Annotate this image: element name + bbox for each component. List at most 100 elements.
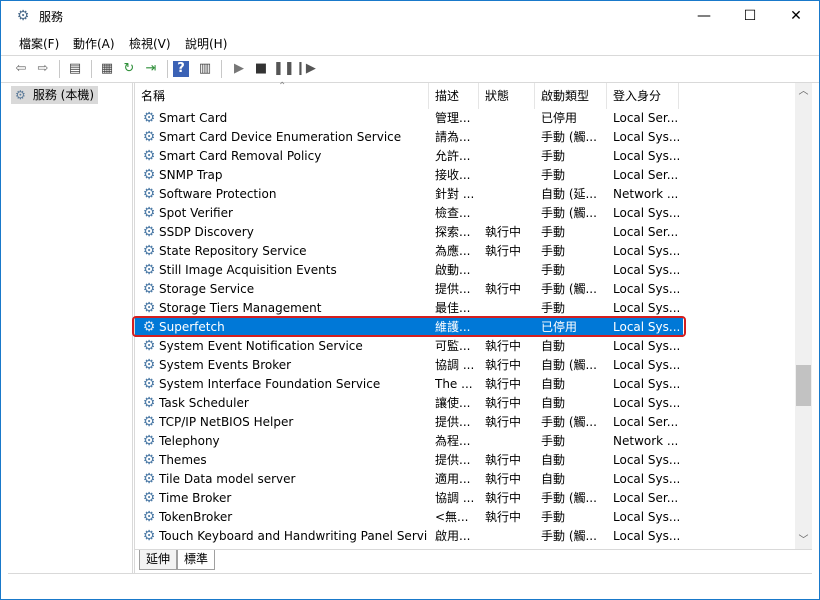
service-description: The ... <box>435 377 473 391</box>
service-row[interactable]: ⚙ State Repository Service 為應... 執行中 手動 Local… <box>135 242 683 261</box>
service-gear-icon: ⚙ <box>142 509 156 525</box>
tree-item-services-local[interactable]: ⚙ 服務 (本機) <box>11 86 99 104</box>
service-row[interactable]: ⚙ SNMP Trap 接收... 手動 Local Ser... <box>135 166 683 185</box>
column-logon[interactable]: 登入身分 <box>607 83 679 109</box>
column-header: 名稱 ⌃ 描述 狀態 啟動類型 登入身分 <box>135 81 795 109</box>
service-status: 執行中 <box>485 377 522 391</box>
service-row[interactable]: ⚙ Software Protection 針對 ... 自動 (延... Networ… <box>135 185 683 204</box>
service-gear-icon: ⚙ <box>142 281 156 297</box>
service-row[interactable]: ⚙ Touch Keyboard and Handwriting Panel Se… <box>135 527 683 546</box>
menu-view[interactable]: 檢視(V) <box>129 35 171 52</box>
help-icon[interactable]: ? <box>173 61 189 77</box>
service-gear-icon: ⚙ <box>142 490 156 506</box>
back-icon[interactable]: ⇦ <box>11 59 31 79</box>
service-row[interactable]: ⚙ System Interface Foundation Service The … <box>135 375 683 394</box>
service-status: 執行中 <box>485 415 522 429</box>
service-gear-icon: ⚙ <box>142 243 156 259</box>
service-row[interactable]: ⚙ System Event Notification Service 可監... 執… <box>135 337 683 356</box>
scroll-down-icon[interactable]: ﹀ <box>795 532 812 549</box>
service-gear-icon: ⚙ <box>142 224 156 240</box>
service-row[interactable]: ⚙ Smart Card Removal Policy 允許... 手動 Local S… <box>135 147 683 166</box>
service-logon: Local Sys... <box>613 263 679 277</box>
restart-icon[interactable]: ❙▶ <box>295 59 316 79</box>
menu-file[interactable]: 檔案(F) <box>19 35 59 52</box>
service-row[interactable]: ⚙ Time Broker 協調 ... 執行中 手動 (觸... Local Ser..… <box>135 489 683 508</box>
scroll-up-icon[interactable]: ︿ <box>795 83 812 100</box>
service-startup-type: 手動 (觸... <box>541 415 597 429</box>
service-gear-icon: ⚙ <box>142 167 156 183</box>
tab-standard[interactable]: 標準 <box>177 550 216 570</box>
selection-highlight-frame <box>132 316 686 337</box>
properties-icon[interactable]: ▦ <box>97 59 117 79</box>
service-description: 為程... <box>435 434 471 448</box>
service-status: 執行中 <box>485 491 522 505</box>
service-row[interactable]: ⚙ Smart Card 管理... 已停用 Local Ser... <box>135 109 683 128</box>
refresh-icon[interactable]: ↻ <box>119 59 139 79</box>
vertical-scrollbar[interactable]: ︿ ﹀ <box>795 83 812 549</box>
service-description: 提供... <box>435 453 471 467</box>
scrollbar-thumb[interactable] <box>796 365 811 406</box>
menu-action[interactable]: 動作(A) <box>73 35 115 52</box>
service-description: 啟動... <box>435 263 471 277</box>
service-name: TokenBroker <box>159 510 233 524</box>
service-row[interactable]: ⚙ Telephony 為程... 手動 Network ... <box>135 432 683 451</box>
service-name: State Repository Service <box>159 244 307 258</box>
pause-icon[interactable]: ❚❚ <box>273 59 295 79</box>
service-gear-icon: ⚙ <box>142 357 156 373</box>
service-logon: Local Sys... <box>613 377 679 391</box>
view-icon[interactable]: ▥ <box>195 59 215 79</box>
show-console-tree-icon[interactable]: ▤ <box>65 59 85 79</box>
column-startup-type[interactable]: 啟動類型 <box>535 83 607 109</box>
menu-help[interactable]: 說明(H) <box>185 35 227 52</box>
service-description: 針對 ... <box>435 187 475 201</box>
service-row[interactable]: ⚙ Smart Card Device Enumeration Service 請為… <box>135 128 683 147</box>
tab-extended[interactable]: 延伸 <box>139 550 178 570</box>
service-row[interactable]: ⚙ Still Image Acquisition Events 啟動... 手動 Lo… <box>135 261 683 280</box>
service-logon: Local Sys... <box>613 244 679 258</box>
service-name: System Event Notification Service <box>159 339 363 353</box>
service-row[interactable]: ⚙ Task Scheduler 讓使... 執行中 自動 Local Sys... <box>135 394 683 413</box>
service-description: 探索... <box>435 225 471 239</box>
service-logon: Local Sys... <box>613 339 679 353</box>
column-description[interactable]: 描述 <box>429 83 479 109</box>
toolbar-separator <box>167 60 168 78</box>
service-startup-type: 自動 (延... <box>541 187 597 201</box>
service-description: 允許... <box>435 149 471 163</box>
forward-icon[interactable]: ⇨ <box>33 59 53 79</box>
service-row[interactable]: ⚙ SSDP Discovery 探索... 執行中 手動 Local Ser... <box>135 223 683 242</box>
service-description: 提供... <box>435 282 471 296</box>
service-startup-type: 手動 <box>541 149 566 163</box>
service-row[interactable]: ⚙ System Events Broker 協調 ... 執行中 自動 (觸... Lo… <box>135 356 683 375</box>
title-bar[interactable]: ⚙ 服務 — ☐ ✕ <box>1 1 819 31</box>
service-row[interactable]: ⚙ Storage Service 提供... 執行中 手動 (觸... Local Sy… <box>135 280 683 299</box>
service-status: 執行中 <box>485 396 522 410</box>
minimize-button[interactable]: — <box>681 1 727 31</box>
close-button[interactable]: ✕ <box>773 1 819 31</box>
service-row[interactable]: ⚙ Spot Verifier 檢查... 手動 (觸... Local Sys... <box>135 204 683 223</box>
start-icon[interactable]: ▶ <box>229 59 249 79</box>
service-logon: Local Sys... <box>613 206 679 220</box>
view-tabs: 延伸 標準 <box>135 549 812 572</box>
service-name: Software Protection <box>159 187 277 201</box>
service-startup-type: 手動 <box>541 225 566 239</box>
service-row[interactable]: ⚙ TCP/IP NetBIOS Helper 提供... 執行中 手動 (觸... Lo… <box>135 413 683 432</box>
toolbar: ⇦ ⇨ ▤ ▦ ↻ ⇥ ? ▥ ▶ ■ ❚❚ ❙▶ <box>1 55 819 83</box>
service-startup-type: 手動 (觸... <box>541 130 597 144</box>
export-list-icon[interactable]: ⇥ <box>141 59 161 79</box>
service-description: <無... <box>435 510 469 524</box>
service-name: System Interface Foundation Service <box>159 377 381 391</box>
service-startup-type: 自動 <box>541 377 566 391</box>
service-row[interactable]: ⚙ Themes 提供... 執行中 自動 Local Sys... <box>135 451 683 470</box>
service-name: Time Broker <box>159 491 232 505</box>
service-startup-type: 手動 <box>541 168 566 182</box>
service-description: 管理... <box>435 111 471 125</box>
service-row[interactable]: ⚙ Tile Data model server 適用... 執行中 自動 Local S… <box>135 470 683 489</box>
toolbar-separator <box>59 60 60 78</box>
service-logon: Local Ser... <box>613 491 679 505</box>
maximize-button[interactable]: ☐ <box>727 1 773 31</box>
service-startup-type: 手動 (觸... <box>541 282 597 296</box>
column-status[interactable]: 狀態 <box>479 83 535 109</box>
service-row[interactable]: ⚙ Superfetch 維護... 已停用 Local Sys... <box>132 316 686 337</box>
stop-icon[interactable]: ■ <box>251 59 271 79</box>
service-row[interactable]: ⚙ TokenBroker <無... 執行中 手動 Local Sys... <box>135 508 683 527</box>
